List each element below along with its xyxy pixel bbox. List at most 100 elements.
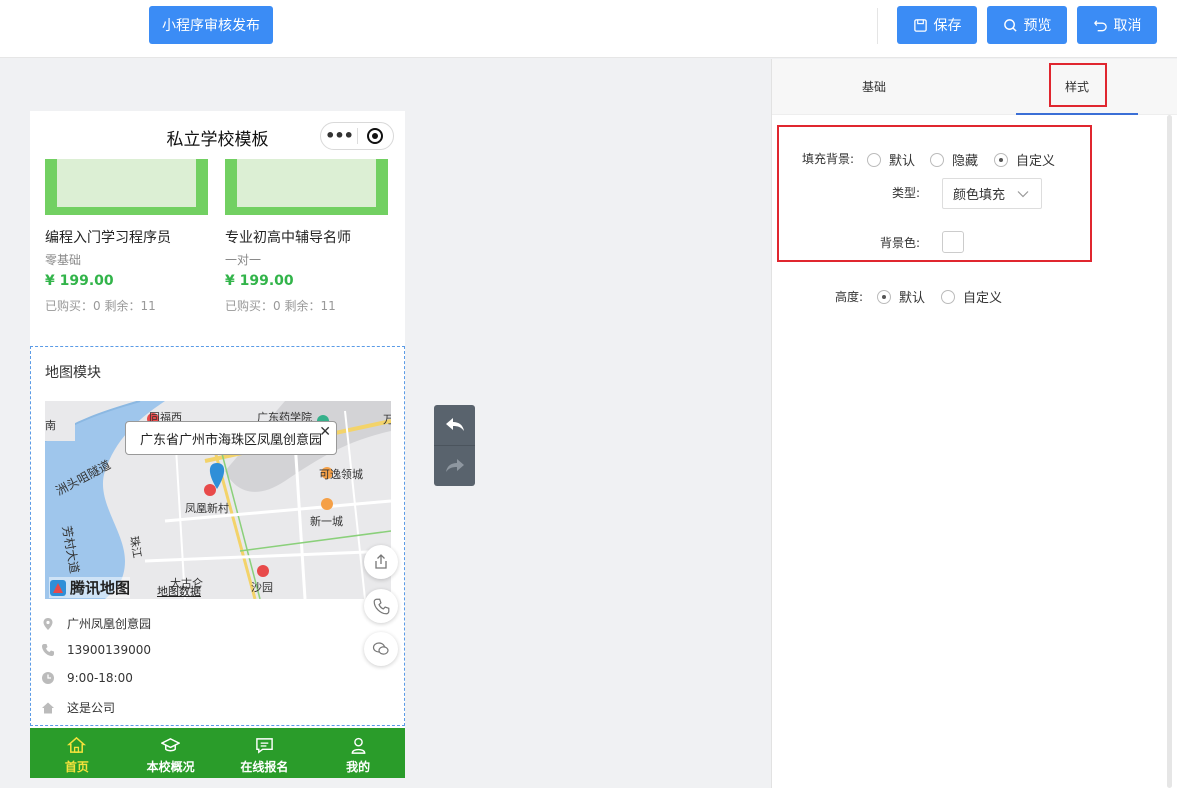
close-icon[interactable]: ✕ [319, 424, 331, 440]
map-place-label: 可逸领城 [319, 468, 363, 481]
settings-tabs: 基础 样式 [772, 59, 1177, 115]
phone-row[interactable]: 13900139000 [41, 643, 151, 657]
undo-redo-panel [434, 405, 475, 486]
map-logo-text: 腾讯地图 [70, 579, 131, 597]
fill-bg-custom-radio[interactable]: 自定义 [994, 150, 1055, 169]
fill-bg-default-label: 默认 [889, 154, 916, 169]
close-target-icon[interactable] [358, 127, 393, 145]
hours-text: 9:00-18:00 [67, 671, 133, 685]
map-module-title: 地图模块 [45, 365, 101, 381]
map-view[interactable]: 南 同福西 广东药学院 万 洲头咀隧道 珠江 芳村大道 凤凰新村 可逸领城 新一… [45, 401, 391, 599]
course-subtitle: 零基础 [45, 253, 82, 267]
bg-color-label: 背景色: [880, 236, 921, 250]
message-icon [256, 738, 273, 754]
clock-icon [42, 672, 54, 684]
description-row: 这是公司 [41, 699, 115, 716]
tab-online-signup[interactable]: 在线报名 [218, 728, 312, 778]
radio-circle [930, 152, 944, 167]
cancel-label: 取消 [1113, 18, 1142, 34]
background-settings-highlight [777, 125, 1092, 262]
chevron-down-icon [1017, 190, 1029, 197]
compass-icon [50, 579, 66, 596]
course-stats: 已购买：0 剩余：11 [225, 299, 336, 313]
tab-school-overview[interactable]: 本校概况 [124, 728, 218, 778]
wechat-button[interactable] [364, 632, 398, 666]
mini-program-capsule[interactable]: ••• [320, 122, 394, 150]
tab-school-overview-label: 本校概况 [146, 760, 195, 774]
height-default-label: 默认 [899, 291, 926, 306]
course-name[interactable]: 编程入门学习程序员 [45, 227, 171, 247]
address-text: 广州凤凰创意园 [67, 617, 152, 631]
course-stats: 已购买：0 剩余：11 [45, 299, 156, 313]
description-text: 这是公司 [67, 701, 116, 715]
course-image[interactable] [225, 159, 388, 215]
redo-arrow-icon [445, 459, 464, 472]
radio-circle-checked [994, 152, 1008, 167]
height-default-radio[interactable]: 默认 [877, 287, 925, 306]
map-data-link[interactable]: 地图数据 [157, 583, 201, 599]
preview-button[interactable]: 预览 [987, 6, 1067, 44]
type-label: 类型: [892, 186, 921, 200]
type-select[interactable]: 颜色填充 [942, 178, 1042, 209]
share-button[interactable] [364, 545, 398, 579]
phone-nav-bar: 私立学校模板 ••• [30, 111, 405, 159]
style-tab-highlight [1049, 63, 1107, 107]
redo-button[interactable] [434, 446, 475, 486]
call-button[interactable] [364, 589, 398, 623]
tab-mine-label: 我的 [346, 760, 371, 774]
top-toolbar: 小程序审核发布 保存 预览 取消 [0, 0, 1177, 58]
tab-mine[interactable]: 我的 [311, 728, 405, 778]
course-price: ¥ 199.00 [225, 273, 294, 289]
course-name[interactable]: 专业初高中辅导名师 [225, 227, 351, 247]
undo-arrow-icon [445, 418, 464, 431]
tab-basic[interactable]: 基础 [772, 59, 976, 115]
height-label: 高度: [835, 290, 864, 304]
height-custom-label: 自定义 [963, 291, 1003, 306]
map-bubble-text: 广东省广州市海珠区凤凰创意园 [140, 432, 323, 448]
fill-bg-hidden-radio[interactable]: 隐藏 [930, 150, 978, 169]
save-button[interactable]: 保存 [897, 6, 977, 44]
radio-circle [867, 152, 881, 167]
undo-button[interactable] [434, 405, 475, 445]
fill-bg-custom-label: 自定义 [1016, 154, 1056, 169]
map-place-label: 沙园 [251, 581, 273, 594]
address-row[interactable]: 广州凤凰创意园 [41, 615, 151, 632]
bg-color-picker[interactable] [942, 231, 964, 253]
graduation-cap-icon [161, 738, 181, 752]
bottom-tab-bar: 首页 本校概况 在线报名 我的 [30, 728, 405, 778]
settings-panel: 基础 样式 填充背景: 默认 隐藏 自定义 类型: 颜色填充 背景色: 高度: … [771, 59, 1177, 788]
tab-home[interactable]: 首页 [30, 728, 124, 778]
undo-icon [1093, 19, 1107, 31]
settings-scrollbar[interactable] [1167, 115, 1172, 788]
radio-circle-checked [877, 289, 891, 304]
phone-icon [42, 644, 54, 656]
map-place-label: 凤凰新村 [185, 502, 229, 515]
home-icon [42, 702, 54, 713]
course-price: ¥ 199.00 [45, 273, 114, 289]
search-icon [1003, 18, 1017, 32]
phone-preview: 私立学校模板 ••• 编程入门学习程序员 零基础 ¥ 199.00 已购买：0 … [30, 111, 405, 778]
toolbar-divider [877, 8, 878, 44]
fill-bg-default-radio[interactable]: 默认 [867, 150, 915, 169]
location-icon [43, 617, 53, 630]
phone-icon [373, 598, 389, 614]
tencent-map-logo: 腾讯地图 [49, 577, 131, 598]
height-custom-radio[interactable]: 自定义 [941, 287, 1002, 306]
user-icon [351, 737, 366, 754]
publish-review-button[interactable]: 小程序审核发布 [149, 6, 273, 44]
map-place-label: 万 [383, 413, 391, 426]
fill-bg-hidden-label: 隐藏 [952, 154, 979, 169]
wechat-icon [372, 642, 389, 655]
cancel-button[interactable]: 取消 [1077, 6, 1157, 44]
preview-label: 预览 [1023, 18, 1052, 34]
map-address-bubble: 广东省广州市海珠区凤凰创意园 ✕ [125, 421, 337, 455]
course-subtitle: 一对一 [225, 253, 262, 267]
home-icon [67, 736, 87, 753]
course-image[interactable] [45, 159, 208, 215]
phone-number-text: 13900139000 [67, 643, 151, 657]
radio-circle [941, 289, 955, 304]
map-place-label: 南 [45, 419, 56, 432]
tab-online-signup-label: 在线报名 [240, 760, 289, 774]
more-dots-icon[interactable]: ••• [321, 126, 357, 146]
map-module[interactable]: 地图模块 南 同福西 广东药学院 万 洲头咀隧道 珠江 芳村大道 凤凰新村 可逸… [30, 346, 405, 726]
